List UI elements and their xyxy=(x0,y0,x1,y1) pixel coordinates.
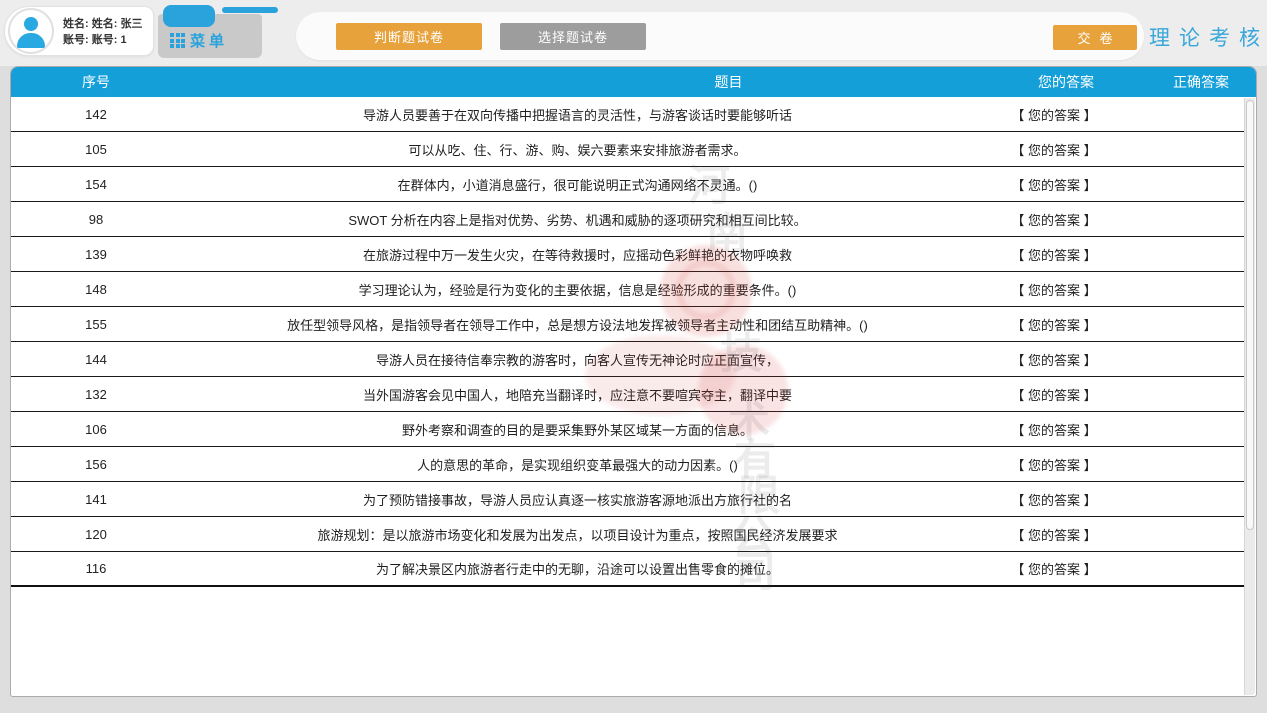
row-seq: 120 xyxy=(11,527,181,542)
row-question: 当外国游客会见中国人，地陪充当翻译时，应注意不要喧宾夺主，翻译中要 xyxy=(181,385,974,404)
row-seq: 154 xyxy=(11,177,181,192)
row-seq: 139 xyxy=(11,247,181,262)
user-card: 姓名: 姓名: 张三 账号: 账号: 1 xyxy=(4,6,154,56)
table-row[interactable]: 155 放任型领导风格，是指领导者在领导工作中，总是想方设法地发挥被领导者主动性… xyxy=(11,307,1244,342)
scrollbar-thumb[interactable] xyxy=(1246,100,1254,530)
table-row[interactable]: 98 SWOT 分析在内容上是指对优势、劣势、机遇和威胁的逐项研究和相互间比较。… xyxy=(11,202,1244,237)
row-your-answer[interactable]: 【 您的答案 】 xyxy=(974,280,1134,299)
submit-paper-button[interactable]: 交卷 xyxy=(1053,25,1137,50)
row-seq: 142 xyxy=(11,107,181,122)
row-seq: 105 xyxy=(11,142,181,157)
row-your-answer[interactable]: 【 您的答案 】 xyxy=(974,525,1134,544)
row-your-answer[interactable]: 【 您的答案 】 xyxy=(974,559,1134,578)
row-seq: 156 xyxy=(11,457,181,472)
row-seq: 141 xyxy=(11,492,181,507)
row-seq: 106 xyxy=(11,422,181,437)
row-question: 可以从吃、住、行、游、购、娱六要素来安排旅游者需求。 xyxy=(181,140,974,159)
question-table: 序号 题目 您的答案 正确答案 142 导游人员要善于在双向传播中把握语言的灵活… xyxy=(10,66,1257,697)
row-seq: 155 xyxy=(11,317,181,332)
row-question: 导游人员要善于在双向传播中把握语言的灵活性，与游客谈话时要能够听话 xyxy=(181,105,974,124)
menu-label: 菜单 xyxy=(190,30,228,51)
row-seq: 144 xyxy=(11,352,181,367)
table-header: 序号 题目 您的答案 正确答案 xyxy=(11,67,1256,97)
row-your-answer[interactable]: 【 您的答案 】 xyxy=(974,210,1134,229)
table-body-rows: 142 导游人员要善于在双向传播中把握语言的灵活性，与游客谈话时要能够听话 【 … xyxy=(11,97,1244,587)
row-question: 导游人员在接待信奉宗教的游客时，向客人宣传无神论时应正面宣传， xyxy=(181,350,974,369)
row-question: 在旅游过程中万一发生火灾，在等待救援时，应摇动色彩鲜艳的衣物呼唤救 xyxy=(181,245,974,264)
user-name-label: 姓名: 姓名: 张三 xyxy=(63,16,142,32)
row-your-answer[interactable]: 【 您的答案 】 xyxy=(974,350,1134,369)
menu-tab-decoration xyxy=(163,5,215,27)
table-row[interactable]: 106 野外考察和调查的目的是要采集野外某区域某一方面的信息。 【 您的答案 】 xyxy=(11,412,1244,447)
toolbar-strip: 判断题试卷 选择题试卷 交卷 xyxy=(296,12,1144,60)
table-row[interactable]: 156 人的意思的革命，是实现组织变革最强大的动力因素。() 【 您的答案 】 xyxy=(11,447,1244,482)
row-question: 在群体内，小道消息盛行，很可能说明正式沟通网络不灵通。() xyxy=(181,175,974,194)
table-row[interactable]: 139 在旅游过程中万一发生火灾，在等待救援时，应摇动色彩鲜艳的衣物呼唤救 【 … xyxy=(11,237,1244,272)
page-title: 理论考核 xyxy=(1149,22,1267,52)
user-avatar-icon xyxy=(8,8,54,54)
table-row[interactable]: 132 当外国游客会见中国人，地陪充当翻译时，应注意不要喧宾夺主，翻译中要 【 … xyxy=(11,377,1244,412)
row-question: 为了预防错接事故，导游人员应认真逐一核实旅游客源地派出方旅行社的名 xyxy=(181,490,974,509)
row-question: SWOT 分析在内容上是指对优势、劣势、机遇和威胁的逐项研究和相互间比较。 xyxy=(181,210,974,229)
column-header-seq: 序号 xyxy=(11,72,181,92)
table-row[interactable]: 142 导游人员要善于在双向传播中把握语言的灵活性，与游客谈话时要能够听话 【 … xyxy=(11,97,1244,132)
row-your-answer[interactable]: 【 您的答案 】 xyxy=(974,175,1134,194)
table-row[interactable]: 154 在群体内，小道消息盛行，很可能说明正式沟通网络不灵通。() 【 您的答案… xyxy=(11,167,1244,202)
table-row[interactable]: 141 为了预防错接事故，导游人员应认真逐一核实旅游客源地派出方旅行社的名 【 … xyxy=(11,482,1244,517)
row-your-answer[interactable]: 【 您的答案 】 xyxy=(974,315,1134,334)
menu-bar-decoration xyxy=(222,7,278,13)
table-row[interactable]: 148 学习理论认为，经验是行为变化的主要依据，信息是经验形成的重要条件。() … xyxy=(11,272,1244,307)
column-header-your-answer: 您的答案 xyxy=(986,72,1146,92)
column-header-question: 题目 xyxy=(181,72,986,92)
row-seq: 116 xyxy=(11,561,181,576)
row-question: 学习理论认为，经验是行为变化的主要依据，信息是经验形成的重要条件。() xyxy=(181,280,974,299)
row-your-answer[interactable]: 【 您的答案 】 xyxy=(974,245,1134,264)
row-your-answer[interactable]: 【 您的答案 】 xyxy=(974,455,1134,474)
table-row[interactable]: 120 旅游规划：是以旅游市场变化和发展为出发点，以项目设计为重点，按照国民经济… xyxy=(11,517,1244,552)
row-your-answer[interactable]: 【 您的答案 】 xyxy=(974,140,1134,159)
row-seq: 148 xyxy=(11,282,181,297)
top-bar: 姓名: 姓名: 张三 账号: 账号: 1 菜单 判断题试卷 选择题试卷 交卷 理… xyxy=(0,0,1267,66)
row-question: 人的意思的革命，是实现组织变革最强大的动力因素。() xyxy=(181,455,974,474)
scrollbar[interactable] xyxy=(1244,98,1255,695)
person-icon xyxy=(24,17,38,31)
judge-paper-button[interactable]: 判断题试卷 xyxy=(336,23,482,50)
row-seq: 98 xyxy=(11,212,181,227)
row-your-answer[interactable]: 【 您的答案 】 xyxy=(974,385,1134,404)
row-question: 放任型领导风格，是指领导者在领导工作中，总是想方设法地发挥被领导者主动性和团结互… xyxy=(181,315,974,334)
row-question: 为了解决景区内旅游者行走中的无聊，沿途可以设置出售零食的摊位。 xyxy=(181,559,974,578)
row-your-answer[interactable]: 【 您的答案 】 xyxy=(974,420,1134,439)
column-header-correct-answer: 正确答案 xyxy=(1146,72,1256,92)
row-question: 野外考察和调查的目的是要采集野外某区域某一方面的信息。 xyxy=(181,420,974,439)
row-your-answer[interactable]: 【 您的答案 】 xyxy=(974,105,1134,124)
grid-menu-icon xyxy=(170,33,185,48)
row-seq: 132 xyxy=(11,387,181,402)
menu-button[interactable]: 菜单 xyxy=(158,14,262,58)
row-question: 旅游规划：是以旅游市场变化和发展为出发点，以项目设计为重点，按照国民经济发展要求 xyxy=(181,525,974,544)
table-row[interactable]: 144 导游人员在接待信奉宗教的游客时，向客人宣传无神论时应正面宣传， 【 您的… xyxy=(11,342,1244,377)
table-row[interactable]: 105 可以从吃、住、行、游、购、娱六要素来安排旅游者需求。 【 您的答案 】 xyxy=(11,132,1244,167)
row-your-answer[interactable]: 【 您的答案 】 xyxy=(974,490,1134,509)
table-row[interactable]: 116 为了解决景区内旅游者行走中的无聊，沿途可以设置出售零食的摊位。 【 您的… xyxy=(11,552,1244,587)
choice-paper-button[interactable]: 选择题试卷 xyxy=(500,23,646,50)
user-account-label: 账号: 账号: 1 xyxy=(63,32,142,48)
